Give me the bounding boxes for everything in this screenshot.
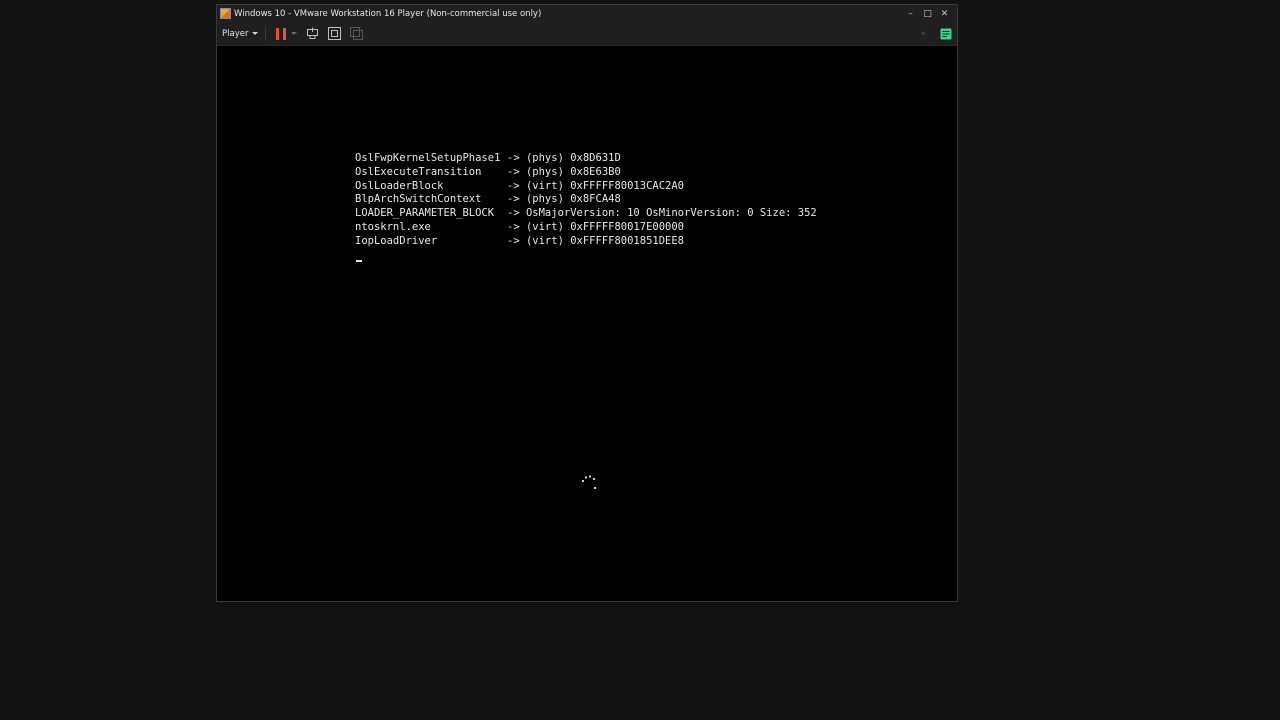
send-ctrl-alt-del-icon	[307, 27, 319, 39]
vm-display[interactable]: OslFwpKernelSetupPhase1 -> (phys) 0x8D631…	[217, 46, 957, 601]
window-title: Windows 10 - VMware Workstation 16 Playe…	[234, 8, 542, 19]
unity-button[interactable]	[350, 27, 364, 40]
close-button[interactable]: ✕	[936, 5, 953, 22]
boot-log-name: OslFwpKernelSetupPhase1	[355, 152, 501, 164]
boot-log-value: -> (phys) 0x8FCA48	[507, 193, 621, 206]
player-menu-button[interactable]: Player	[222, 28, 259, 39]
fullscreen-icon	[328, 27, 342, 40]
boot-log-line: OslLoaderBlock -> (virt) 0xFFFFF80013CAC2…	[355, 180, 817, 194]
boot-log-line: BlpArchSwitchContext -> (phys) 0x8FCA48	[355, 193, 817, 207]
boot-log-name: OslLoaderBlock	[355, 179, 444, 192]
minimize-button[interactable]: –	[902, 5, 919, 22]
chevron-down-icon	[252, 32, 259, 35]
boot-log-line: LOADER_PARAMETER_BLOCK -> OsMajorVersion:…	[355, 207, 817, 221]
boot-log-value: -> (virt) 0xFFFFF80017E00000	[507, 220, 685, 233]
fullscreen-button[interactable]	[328, 27, 342, 40]
boot-log-value: -> (phys) 0x8D631D	[507, 152, 621, 164]
boot-log-name: IopLoadDriver	[355, 234, 438, 247]
loading-spinner-icon	[581, 475, 597, 490]
boot-log-value: -> OsMajorVersion: 10 OsMinorVersion: 0 …	[507, 207, 817, 220]
toolbar-divider	[265, 26, 267, 41]
player-menu-label: Player	[222, 28, 249, 39]
notes-icon[interactable]	[940, 28, 952, 40]
window-controls: – □ ✕	[902, 5, 953, 22]
boot-log-name: LOADER_PARAMETER_BLOCK	[355, 207, 495, 220]
title-bar[interactable]: Windows 10 - VMware Workstation 16 Playe…	[217, 5, 957, 22]
boot-log-name: ntoskrnl.exe	[355, 220, 431, 233]
boot-log-line: OslFwpKernelSetupPhase1 -> (phys) 0x8D631…	[355, 152, 817, 166]
vmware-app-icon	[220, 8, 231, 19]
boot-log-line: ntoskrnl.exe -> (virt) 0xFFFFF80017E00000	[355, 221, 817, 235]
boot-log-value: -> (virt) 0xFFFFF8001851DEE8	[507, 234, 685, 247]
send-ctrl-alt-del-button[interactable]	[306, 27, 319, 40]
pause-button[interactable]	[276, 27, 287, 40]
boot-log-value: -> (phys) 0x8E63B0	[507, 165, 621, 178]
boot-log-name: OslExecuteTransition	[355, 165, 482, 178]
pause-icon	[276, 27, 280, 40]
toolbar: Player «	[217, 22, 957, 46]
text-cursor	[356, 260, 362, 262]
boot-log-line: OslExecuteTransition -> (phys) 0x8E63B0	[355, 166, 817, 180]
pause-icon-bar	[283, 27, 287, 40]
boot-log-line: IopLoadDriver -> (virt) 0xFFFFF8001851DEE…	[355, 235, 817, 249]
maximize-button[interactable]: □	[919, 5, 936, 22]
boot-log-value: -> (virt) 0xFFFFF80013CAC2A0	[507, 179, 685, 192]
vmware-window: Windows 10 - VMware Workstation 16 Playe…	[216, 4, 958, 602]
back-arrows-icon[interactable]: «	[920, 29, 926, 39]
boot-log: OslFwpKernelSetupPhase1 -> (phys) 0x8D631…	[355, 152, 817, 249]
toolbar-right: «	[920, 22, 952, 45]
boot-log-name: BlpArchSwitchContext	[355, 193, 482, 206]
unity-icon	[350, 27, 364, 40]
pause-dropdown-icon[interactable]	[291, 32, 298, 35]
